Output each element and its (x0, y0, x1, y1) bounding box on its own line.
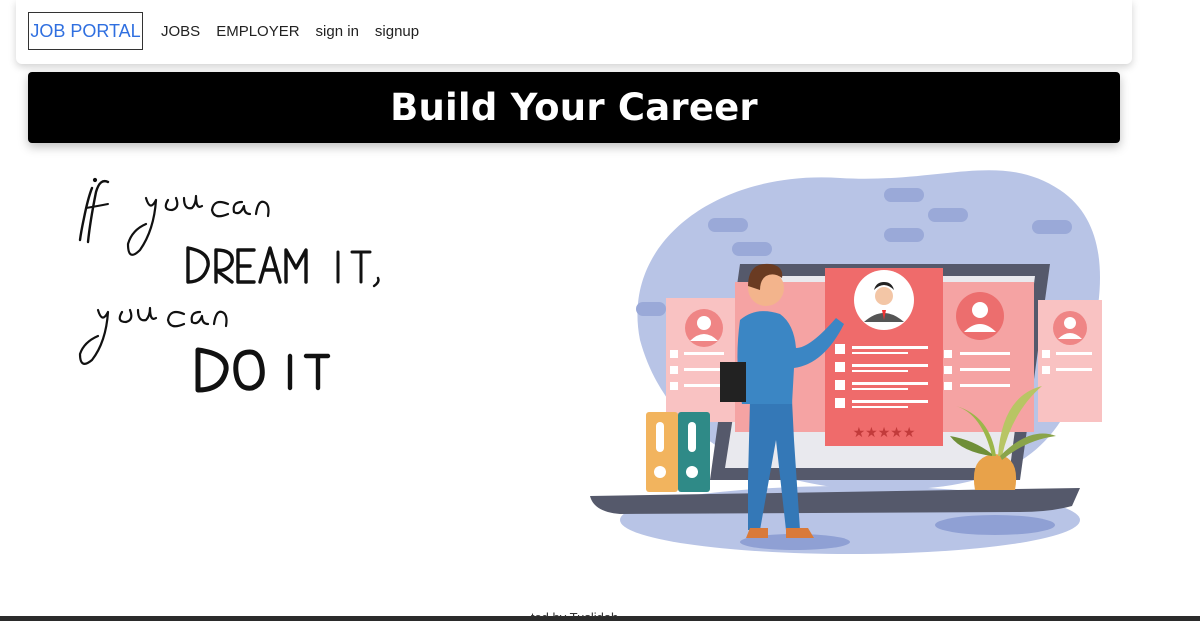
nav-links: JOBS EMPLOYER sign in signup (161, 23, 419, 40)
svg-text:★★★★★: ★★★★★ (853, 425, 916, 441)
banner-title: Build Your Career (390, 86, 758, 129)
top-navbar: JOB PORTAL JOBS EMPLOYER sign in signup (16, 0, 1132, 64)
hero-banner: Build Your Career (28, 72, 1120, 143)
career-illustration: ★★★★★ (580, 150, 1120, 570)
nav-link-jobs[interactable]: JOBS (161, 23, 200, 40)
handwritten-quote-art (78, 177, 380, 393)
nav-link-sign-in[interactable]: sign in (316, 23, 359, 40)
nav-link-signup[interactable]: signup (375, 23, 419, 40)
motivational-quote-image (28, 160, 418, 410)
recruiter-illustration: ★★★★★ (590, 170, 1102, 554)
brand-logo-link[interactable]: JOB PORTAL (28, 12, 143, 50)
footer-credit-text: ...ted by Tuslidah... (520, 611, 629, 617)
nav-link-employer[interactable]: EMPLOYER (216, 23, 299, 40)
